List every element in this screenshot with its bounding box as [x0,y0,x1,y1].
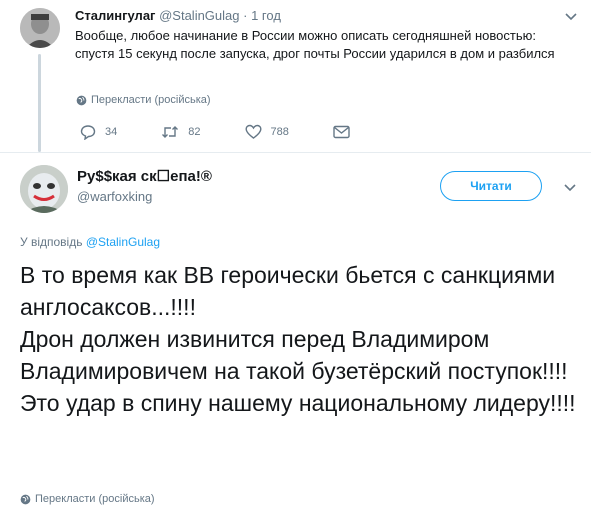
reply-count: 34 [105,126,118,138]
timestamp[interactable]: 1 год [251,8,281,23]
tweet-text-line: Дрон должен извинится перед Владимиром В… [20,326,568,384]
translate-label: Перекласти (російська) [91,94,211,106]
avatar[interactable] [20,165,68,213]
tweet-text-line: Это удар в спину нашему национальному ли… [20,390,576,416]
reply-prefix: У відповідь [20,235,83,249]
thread-line [38,54,41,152]
mail-icon [333,125,350,139]
reply-tweet: Ру$$кая ск☐епа!® @warfoxking Читати У ві… [0,152,591,515]
author-name[interactable]: Сталингулаг [75,8,155,23]
tweet-text: В то время как ВВ героически бьется с са… [20,259,580,419]
translate-link[interactable]: Перекласти (російська) [20,493,155,505]
tweet-actions: 34 82 788 [80,124,403,140]
chevron-down-icon[interactable] [563,8,579,24]
retweet-count: 82 [188,126,201,138]
tweet-text-line: В то время как ВВ героически бьется с са… [20,262,556,320]
translate-label: Перекласти (російська) [35,493,155,505]
retweet-button[interactable]: 82 [161,124,201,140]
original-tweet: Сталингулаг @StalinGulag · 1 год Вообще,… [0,0,591,152]
avatar[interactable] [20,8,60,48]
follow-button[interactable]: Читати [440,171,542,201]
reply-handle-link[interactable]: @StalinGulag [86,235,160,249]
globe-icon [76,95,87,105]
globe-icon [20,494,31,504]
like-count: 788 [270,126,289,138]
reply-button[interactable]: 34 [80,124,117,140]
author-handle[interactable]: @StalinGulag [159,8,239,23]
author-handle[interactable]: @warfoxking [77,189,152,204]
author-name[interactable]: Ру$$кая ск☐епа!® [77,167,212,185]
tweet-text: Вообще, любое начинание в России можно о… [75,28,555,61]
retweet-icon [162,126,179,138]
heart-icon [244,124,262,139]
direct-message-button[interactable] [333,125,359,139]
reply-context: У відповідь @StalinGulag [20,235,160,249]
separator: · [243,8,248,23]
chevron-down-icon[interactable] [562,179,578,195]
translate-link[interactable]: Перекласти (російська) [76,94,211,106]
like-button[interactable]: 788 [244,124,289,140]
tweet-header: Сталингулаг @StalinGulag · 1 год [75,8,281,24]
reply-icon [80,125,96,140]
